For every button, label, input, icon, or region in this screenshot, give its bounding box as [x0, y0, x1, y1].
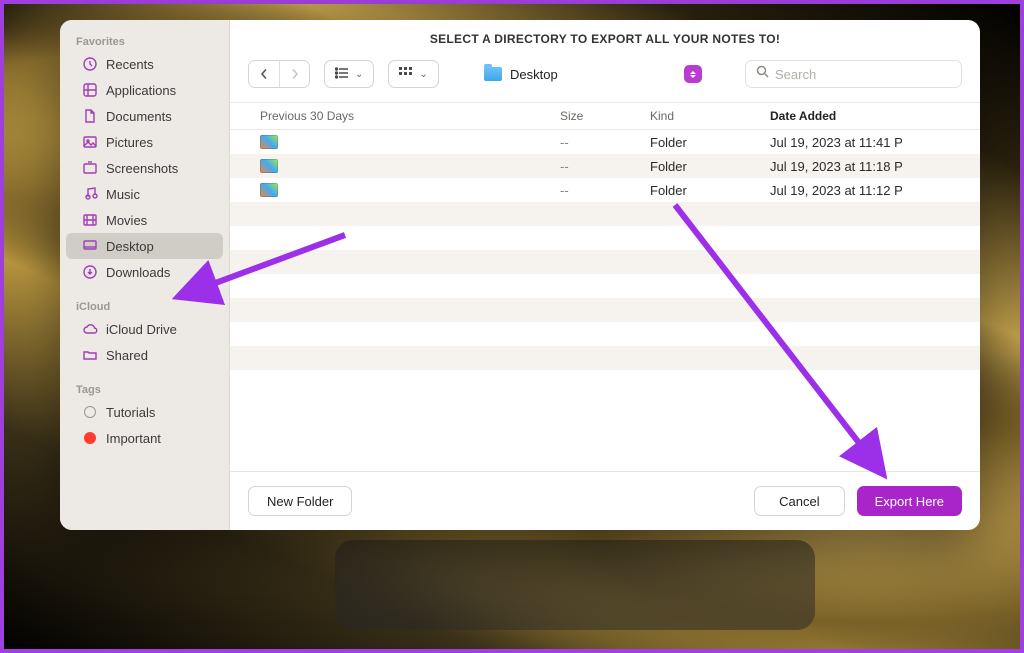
list-item-kind: Folder	[650, 159, 770, 174]
column-kind[interactable]: Kind	[650, 109, 770, 123]
music-icon	[82, 186, 98, 202]
list-item[interactable]: -- Folder Jul 19, 2023 at 11:12 P	[230, 178, 980, 202]
search-field[interactable]	[745, 60, 962, 88]
column-size[interactable]: Size	[560, 109, 650, 123]
toolbar: ⌄ ⌄ Desktop	[230, 54, 980, 102]
dialog-title: SELECT A DIRECTORY TO EXPORT ALL YOUR NO…	[230, 20, 980, 54]
chevron-down-icon: ⌄	[355, 69, 363, 80]
sidebar-item-label: Desktop	[106, 239, 154, 254]
sidebar-item-movies[interactable]: Movies	[66, 207, 223, 233]
sidebar-item-screenshots[interactable]: Screenshots	[66, 155, 223, 181]
sidebar-item-label: Music	[106, 187, 140, 202]
cancel-button[interactable]: Cancel	[754, 486, 844, 516]
list-item-kind: Folder	[650, 135, 770, 150]
chevron-down-icon: ⌄	[419, 69, 427, 80]
movies-icon	[82, 212, 98, 228]
folder-thumbnail-icon	[260, 135, 278, 149]
list-icon	[335, 67, 349, 82]
search-icon	[756, 65, 769, 83]
export-here-button[interactable]: Export Here	[857, 486, 962, 516]
export-dialog: Favorites Recents Applications Documents…	[60, 20, 980, 530]
sidebar-item-icloud-drive[interactable]: iCloud Drive	[66, 316, 223, 342]
tag-dot-icon	[82, 404, 98, 420]
sidebar-item-music[interactable]: Music	[66, 181, 223, 207]
folder-icon	[484, 67, 502, 81]
back-button[interactable]	[249, 61, 279, 87]
grid-icon	[399, 67, 413, 82]
new-folder-button[interactable]: New Folder	[248, 486, 352, 516]
main-panel: SELECT A DIRECTORY TO EXPORT ALL YOUR NO…	[230, 20, 980, 530]
sidebar-item-label: Screenshots	[106, 161, 178, 176]
sidebar-item-label: Tutorials	[106, 405, 155, 420]
location-label: Desktop	[510, 67, 558, 82]
sidebar-item-desktop[interactable]: Desktop	[66, 233, 223, 259]
sidebar-tag-important[interactable]: Important	[66, 425, 223, 451]
sidebar-item-documents[interactable]: Documents	[66, 103, 223, 129]
dialog-footer: New Folder Cancel Export Here	[230, 471, 980, 530]
sidebar-tag-tutorials[interactable]: Tutorials	[66, 399, 223, 425]
sidebar: Favorites Recents Applications Documents…	[60, 20, 230, 530]
sidebar-section-icloud: iCloud	[60, 295, 229, 316]
list-header: Previous 30 Days Size Kind Date Added	[230, 102, 980, 130]
sidebar-section-tags: Tags	[60, 378, 229, 399]
sidebar-item-label: Shared	[106, 348, 148, 363]
search-input[interactable]	[775, 67, 951, 82]
clock-icon	[82, 56, 98, 72]
pictures-icon	[82, 134, 98, 150]
sidebar-item-applications[interactable]: Applications	[66, 77, 223, 103]
list-item-date: Jul 19, 2023 at 11:41 P	[770, 135, 980, 150]
sidebar-item-label: Important	[106, 431, 161, 446]
list-item-date: Jul 19, 2023 at 11:18 P	[770, 159, 980, 174]
tag-dot-icon	[82, 430, 98, 446]
sidebar-item-label: Movies	[106, 213, 147, 228]
list-item-date: Jul 19, 2023 at 11:12 P	[770, 183, 980, 198]
sidebar-item-label: iCloud Drive	[106, 322, 177, 337]
sidebar-item-label: Applications	[106, 83, 176, 98]
list-item[interactable]: -- Folder Jul 19, 2023 at 11:18 P	[230, 154, 980, 178]
applications-icon	[82, 82, 98, 98]
sidebar-item-downloads[interactable]: Downloads	[66, 259, 223, 285]
file-list[interactable]: -- Folder Jul 19, 2023 at 11:41 P -- Fol…	[230, 130, 980, 471]
sidebar-item-label: Documents	[106, 109, 172, 124]
sidebar-item-label: Downloads	[106, 265, 170, 280]
screenshot-icon	[82, 160, 98, 176]
sidebar-item-recents[interactable]: Recents	[66, 51, 223, 77]
column-name-group[interactable]: Previous 30 Days	[230, 109, 560, 123]
download-icon	[82, 264, 98, 280]
column-date[interactable]: Date Added	[770, 109, 980, 123]
sidebar-section-favorites: Favorites	[60, 30, 229, 51]
dock	[335, 540, 815, 630]
document-icon	[82, 108, 98, 124]
list-item-size: --	[560, 135, 650, 150]
list-item-size: --	[560, 183, 650, 198]
sidebar-item-label: Pictures	[106, 135, 153, 150]
list-item-size: --	[560, 159, 650, 174]
folder-thumbnail-icon	[260, 159, 278, 173]
sidebar-item-label: Recents	[106, 57, 154, 72]
list-item[interactable]: -- Folder Jul 19, 2023 at 11:41 P	[230, 130, 980, 154]
updown-icon	[684, 65, 702, 83]
group-by-button[interactable]: ⌄	[388, 60, 438, 88]
location-selector[interactable]: Desktop	[476, 60, 708, 88]
folder-thumbnail-icon	[260, 183, 278, 197]
view-list-button[interactable]: ⌄	[324, 60, 374, 88]
forward-button[interactable]	[279, 61, 309, 87]
cloud-icon	[82, 321, 98, 337]
desktop-icon	[82, 238, 98, 254]
shared-folder-icon	[82, 347, 98, 363]
sidebar-item-pictures[interactable]: Pictures	[66, 129, 223, 155]
sidebar-item-shared[interactable]: Shared	[66, 342, 223, 368]
nav-back-forward	[248, 60, 310, 88]
list-item-kind: Folder	[650, 183, 770, 198]
